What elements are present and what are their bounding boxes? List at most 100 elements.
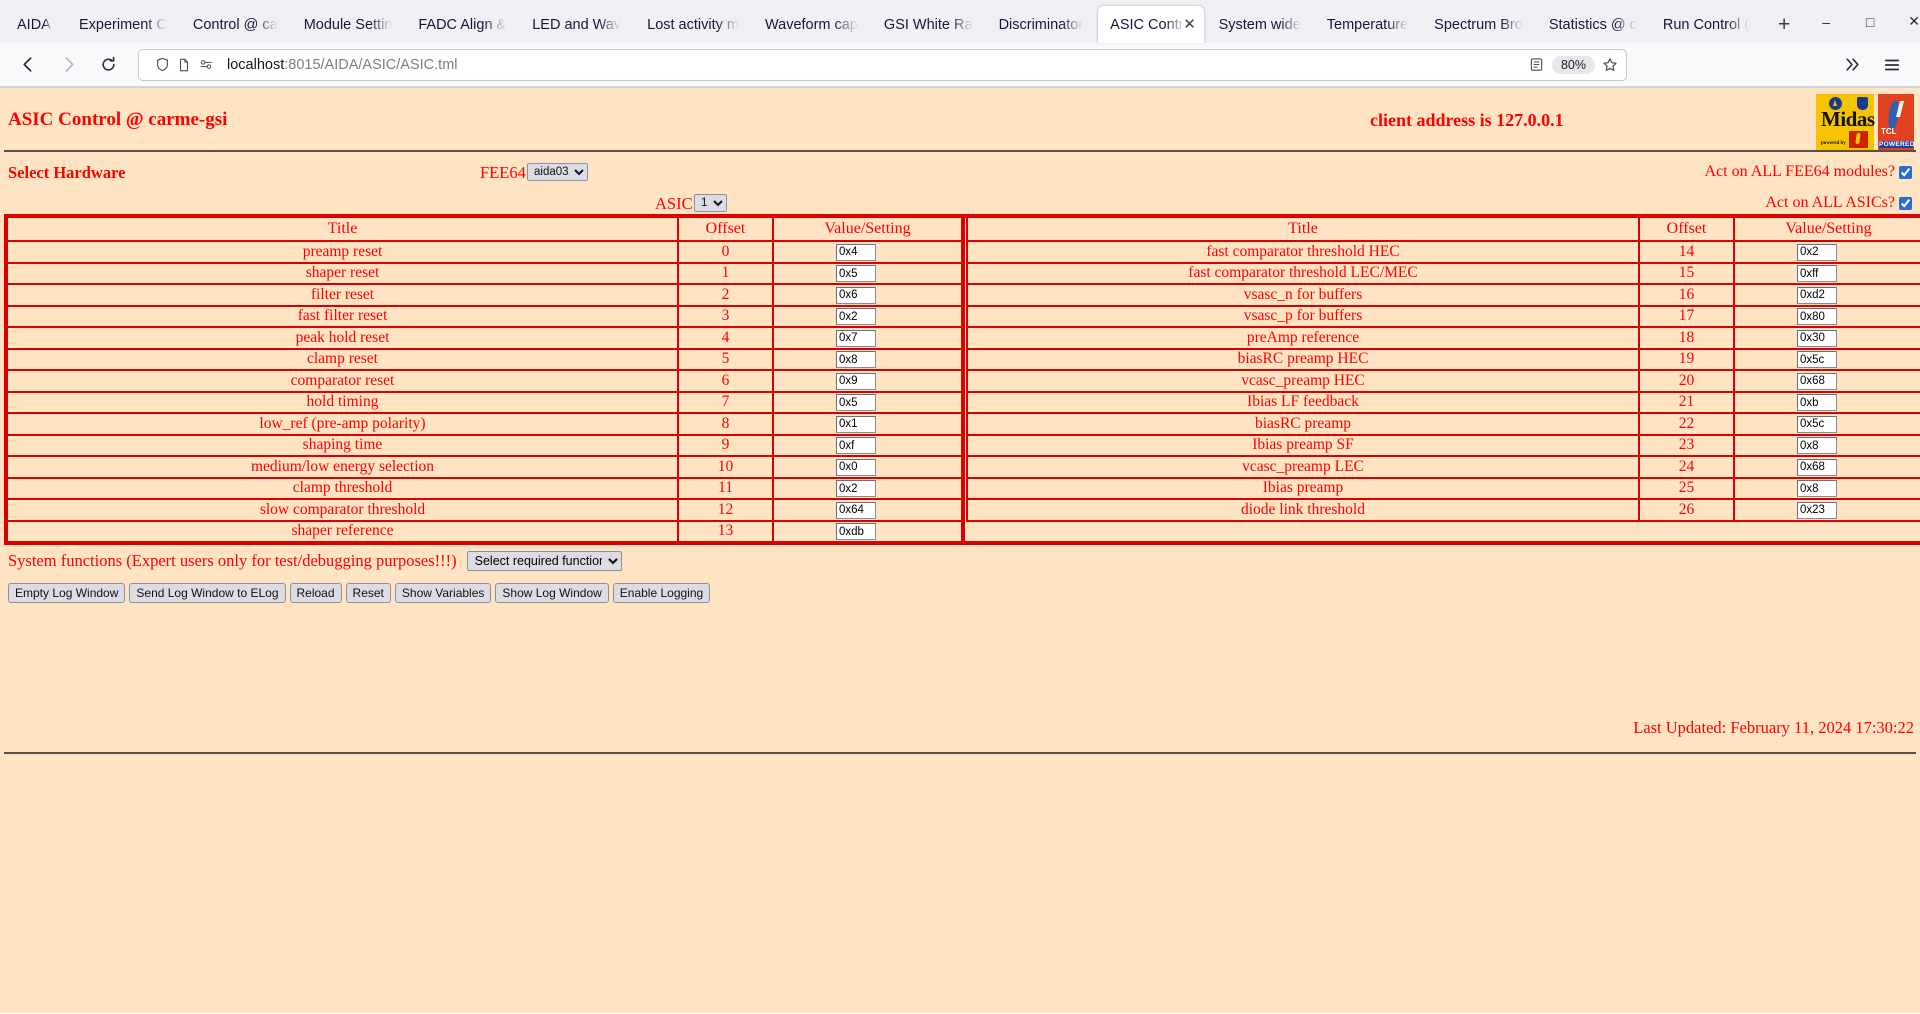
browser-tab[interactable]: Experiment C bbox=[67, 7, 179, 43]
back-arrow-icon[interactable] bbox=[11, 48, 45, 82]
value-input-left-4[interactable] bbox=[836, 330, 876, 347]
register-value-left bbox=[773, 521, 963, 544]
show-log-window-button[interactable]: Show Log Window bbox=[495, 583, 608, 603]
register-offset-right bbox=[1639, 521, 1734, 544]
value-input-right-3[interactable] bbox=[1797, 308, 1837, 325]
browser-tab[interactable]: Spectrum Bro bbox=[1422, 7, 1535, 43]
browser-tab[interactable]: Lost activity m bbox=[635, 7, 751, 43]
chevron-double-right-icon[interactable] bbox=[1835, 48, 1869, 82]
value-input-left-7[interactable] bbox=[836, 394, 876, 411]
close-icon[interactable]: ✕ bbox=[1182, 17, 1198, 33]
permissions-icon[interactable] bbox=[195, 54, 217, 76]
register-offset-right: 21 bbox=[1639, 392, 1734, 414]
hamburger-menu-icon[interactable] bbox=[1875, 48, 1909, 82]
page-info-icon[interactable] bbox=[173, 54, 195, 76]
client-address-text: client address is 127.0.0.1 bbox=[1370, 110, 1564, 131]
reset-button[interactable]: Reset bbox=[346, 583, 391, 603]
address-bar[interactable]: localhost:8015/AIDA/ASIC/ASIC.tml 80% bbox=[138, 49, 1627, 81]
table-row: comparator reset6vcasc_preamp HEC20 bbox=[6, 370, 1920, 392]
browser-tab[interactable]: FADC Align & bbox=[406, 7, 518, 43]
browser-tab[interactable]: Temperature bbox=[1315, 7, 1420, 43]
value-input-left-11[interactable] bbox=[836, 480, 876, 497]
value-input-left-1[interactable] bbox=[836, 265, 876, 282]
reload-button[interactable]: Reload bbox=[290, 583, 342, 603]
value-input-left-9[interactable] bbox=[836, 437, 876, 454]
register-title-right: vsasc_n for buffers bbox=[967, 284, 1639, 306]
browser-tab[interactable]: Waveform cap bbox=[753, 7, 870, 43]
register-title-left: shaper reference bbox=[6, 521, 678, 544]
forward-arrow-icon[interactable] bbox=[51, 48, 85, 82]
value-input-right-2[interactable] bbox=[1797, 287, 1837, 304]
close-window-icon[interactable]: ✕ bbox=[1892, 3, 1920, 41]
value-input-right-4[interactable] bbox=[1797, 330, 1837, 347]
tab-label: Discriminator bbox=[999, 17, 1084, 33]
zoom-level-badge[interactable]: 80% bbox=[1552, 56, 1595, 74]
minimize-icon[interactable]: – bbox=[1804, 3, 1848, 41]
url-host: localhost bbox=[227, 57, 284, 73]
browser-tab[interactable]: AIDA bbox=[5, 7, 65, 43]
fee64-label: FEE64 bbox=[480, 163, 526, 183]
register-offset-right: 16 bbox=[1639, 284, 1734, 306]
enable-logging-button[interactable]: Enable Logging bbox=[613, 583, 710, 603]
empty-log-window-button[interactable]: Empty Log Window bbox=[8, 583, 125, 603]
table-row: medium/low energy selection10vcasc_pream… bbox=[6, 456, 1920, 478]
asic-register-table: TitleOffsetValue/SettingTitleOffsetValue… bbox=[4, 214, 1920, 545]
value-input-left-3[interactable] bbox=[836, 308, 876, 325]
value-input-right-7[interactable] bbox=[1797, 394, 1837, 411]
register-offset-left: 2 bbox=[678, 284, 773, 306]
browser-tab[interactable]: System wide bbox=[1207, 7, 1313, 43]
logo-group: Midas powered by TCL POWERED bbox=[1816, 94, 1914, 150]
value-input-right-9[interactable] bbox=[1797, 437, 1837, 454]
header-title-left: Title bbox=[6, 216, 678, 241]
register-title-left: medium/low energy selection bbox=[6, 456, 678, 478]
value-input-left-0[interactable] bbox=[836, 244, 876, 261]
maximize-icon[interactable]: □ bbox=[1848, 3, 1892, 41]
act-on-all-fee64-checkbox[interactable] bbox=[1899, 166, 1912, 179]
reload-icon[interactable] bbox=[91, 48, 125, 82]
asic-select[interactable]: 1 bbox=[694, 194, 727, 212]
value-input-right-1[interactable] bbox=[1797, 265, 1837, 282]
act-on-all-asics-checkbox[interactable] bbox=[1899, 197, 1912, 210]
fee64-select[interactable]: aida03 bbox=[527, 163, 588, 181]
browser-tab[interactable]: Run Control ( bbox=[1651, 7, 1761, 43]
tab-label: FADC Align & bbox=[418, 17, 506, 33]
browser-tab[interactable]: Control @ ca bbox=[181, 7, 290, 43]
value-input-right-0[interactable] bbox=[1797, 244, 1837, 261]
system-function-select[interactable]: Select required function bbox=[467, 551, 622, 571]
value-input-left-6[interactable] bbox=[836, 373, 876, 390]
value-input-right-5[interactable] bbox=[1797, 351, 1837, 368]
register-title-right: vsasc_p for buffers bbox=[967, 306, 1639, 328]
register-title-left: clamp threshold bbox=[6, 478, 678, 500]
value-input-right-11[interactable] bbox=[1797, 480, 1837, 497]
value-input-right-12[interactable] bbox=[1797, 502, 1837, 519]
reader-view-icon[interactable] bbox=[1526, 54, 1548, 76]
value-input-left-13[interactable] bbox=[836, 523, 876, 540]
value-input-left-2[interactable] bbox=[836, 287, 876, 304]
value-input-right-6[interactable] bbox=[1797, 373, 1837, 390]
value-input-right-8[interactable] bbox=[1797, 416, 1837, 433]
register-offset-right: 25 bbox=[1639, 478, 1734, 500]
star-icon[interactable] bbox=[1599, 54, 1621, 76]
table-row: shaping time9Ibias preamp SF23 bbox=[6, 435, 1920, 457]
footer-divider bbox=[4, 752, 1916, 754]
register-value-right bbox=[1734, 349, 1920, 371]
header-offset-left: Offset bbox=[678, 216, 773, 241]
value-input-right-10[interactable] bbox=[1797, 459, 1837, 476]
browser-tab[interactable]: Module Settin bbox=[292, 7, 405, 43]
new-tab-icon[interactable]: + bbox=[1768, 9, 1800, 41]
header-offset-right: Offset bbox=[1639, 216, 1734, 241]
register-title-left: filter reset bbox=[6, 284, 678, 306]
value-input-left-12[interactable] bbox=[836, 502, 876, 519]
value-input-left-8[interactable] bbox=[836, 416, 876, 433]
show-variables-button[interactable]: Show Variables bbox=[395, 583, 492, 603]
browser-tab[interactable]: Discriminator bbox=[987, 7, 1096, 43]
register-value-right bbox=[1734, 370, 1920, 392]
browser-tab[interactable]: Statistics @ c bbox=[1537, 7, 1649, 43]
value-input-left-5[interactable] bbox=[836, 351, 876, 368]
table-header-row: TitleOffsetValue/SettingTitleOffsetValue… bbox=[6, 216, 1920, 241]
browser-tab-active[interactable]: ASIC Contro ✕ bbox=[1097, 5, 1204, 43]
browser-tab[interactable]: GSI White Ra bbox=[872, 7, 985, 43]
browser-tab[interactable]: LED and Wav bbox=[520, 7, 633, 43]
value-input-left-10[interactable] bbox=[836, 459, 876, 476]
send-log-window-to-elog-button[interactable]: Send Log Window to ELog bbox=[129, 583, 285, 603]
